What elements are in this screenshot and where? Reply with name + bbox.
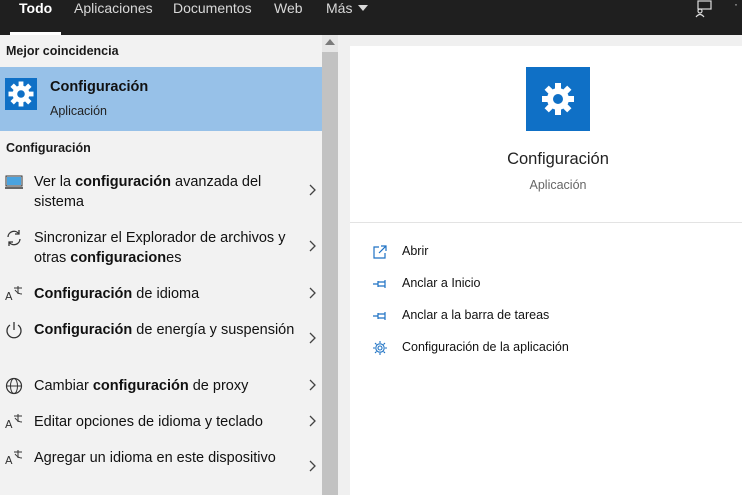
list-item-label: Agregar un idioma en este dispositivo	[34, 450, 276, 466]
gear-icon	[5, 78, 37, 110]
sync-icon	[7, 230, 21, 246]
language-icon: A	[5, 286, 23, 303]
open-label: Abrir	[402, 244, 429, 258]
tab-more[interactable]: Más	[326, 0, 369, 35]
preview-title: Configuración	[507, 150, 609, 168]
svg-text:A: A	[5, 418, 13, 431]
chevron-right-icon	[309, 460, 316, 472]
monitor-icon	[5, 175, 23, 189]
best-match-item[interactable]: Configuración Aplicación	[0, 67, 322, 131]
app-settings-label: Configuración de la aplicación	[402, 340, 569, 354]
pin-icon	[373, 312, 386, 320]
open-icon	[373, 245, 387, 259]
preview-pane: Configuración Aplicación Abrir Anclar a …	[350, 46, 742, 495]
settings-section-header: Configuración	[6, 141, 91, 155]
list-item[interactable]: Configuración de energía y suspensión	[0, 320, 322, 364]
best-match-header: Mejor coincidencia	[6, 44, 119, 58]
list-item[interactable]: A Editar opciones de idioma y teclado	[0, 412, 322, 436]
feedback-icon[interactable]	[694, 0, 714, 18]
results-scrollbar[interactable]	[322, 35, 338, 495]
tab-web[interactable]: Web	[274, 0, 303, 35]
tab-apps[interactable]: Aplicaciones	[74, 0, 153, 35]
globe-icon	[5, 377, 23, 395]
tab-more-label: Más	[326, 0, 353, 16]
list-item[interactable]: Sincronizar el Explorador de archivos y …	[0, 228, 322, 272]
chevron-right-icon	[309, 240, 316, 252]
gear-icon	[526, 67, 590, 131]
tab-documents[interactable]: Documentos	[173, 0, 252, 35]
chevron-right-icon	[309, 184, 316, 196]
svg-text:A: A	[5, 454, 13, 467]
results-pane: Mejor coincidencia Configuración Aplicac…	[0, 35, 322, 495]
divider	[350, 222, 742, 223]
scroll-up-icon[interactable]	[325, 39, 335, 45]
chevron-right-icon	[309, 415, 316, 427]
best-match-subtitle: Aplicación	[50, 104, 107, 118]
chevron-right-icon	[309, 379, 316, 391]
search-scope-bar: Todo Aplicaciones Documentos Web Más ·	[0, 0, 742, 35]
list-item-label: Ver la configuración avanzada del sistem…	[34, 174, 262, 210]
scroll-thumb[interactable]	[322, 52, 338, 495]
list-item[interactable]: A Configuración de idioma	[0, 284, 322, 308]
tab-all[interactable]: Todo	[9, 0, 62, 35]
svg-text:A: A	[5, 290, 13, 303]
list-item-label: Configuración de energía y suspensión	[34, 322, 295, 338]
chevron-right-icon	[309, 332, 316, 344]
list-item-label: Configuración de idioma	[34, 286, 200, 302]
list-item-label: Cambiar configuración de proxy	[34, 378, 249, 394]
power-icon	[6, 322, 22, 339]
preview-subtitle: Aplicación	[529, 178, 587, 192]
gear-icon	[373, 341, 387, 355]
list-item[interactable]: Ver la configuración avanzada del sistem…	[0, 172, 322, 216]
language-icon: A	[5, 414, 23, 431]
pin-icon	[373, 280, 386, 288]
chevron-right-icon	[309, 287, 316, 299]
list-item[interactable]: Cambiar configuración de proxy	[0, 376, 322, 400]
best-match-title: Configuración	[50, 79, 149, 95]
list-item-label: Editar opciones de idioma y teclado	[34, 414, 263, 430]
list-item[interactable]: A Agregar un idioma en este dispositivo	[0, 448, 322, 492]
more-options-icon[interactable]: ·	[734, 0, 742, 12]
pin-to-start-label: Anclar a Inicio	[402, 276, 481, 290]
language-icon: A	[5, 450, 23, 467]
pin-to-taskbar-label: Anclar a la barra de tareas	[402, 308, 550, 322]
list-item-label: Sincronizar el Explorador de archivos y …	[34, 230, 286, 266]
chevron-down-icon	[358, 5, 369, 11]
